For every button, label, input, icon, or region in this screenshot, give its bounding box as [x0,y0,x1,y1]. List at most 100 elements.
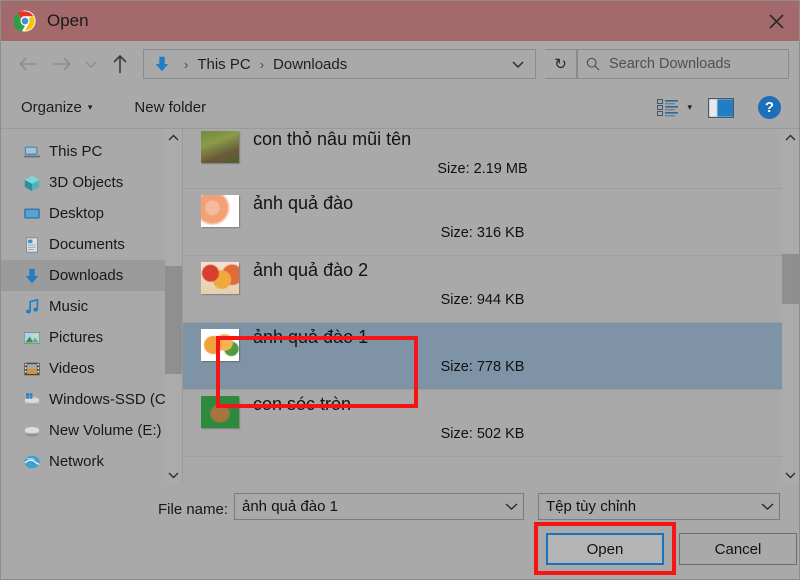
help-label: ? [765,99,774,116]
new-folder-button[interactable]: New folder [126,95,214,120]
file-row[interactable]: ảnh quả đào Size: 316 KB [183,189,782,256]
sidebar-item-videos[interactable]: Videos [1,353,182,384]
file-size-value: 502 KB [477,426,525,442]
file-list: con thỏ nâu mũi tên Size: 2.19 MB ảnh qu… [183,129,782,483]
file-size: Size: 316 KB [183,225,782,241]
network-icon [23,453,41,471]
address-dropdown-button[interactable] [505,50,531,78]
file-type-value: Tệp tùy chỉnh [546,498,755,515]
chevron-down-icon[interactable] [755,500,779,514]
new-folder-label: New folder [134,99,206,116]
open-file-dialog: Open [0,0,800,580]
file-name: con sóc tròn [253,394,351,415]
up-button[interactable] [103,49,137,79]
downloads-arrow-icon [153,55,171,73]
open-button[interactable]: Open [546,533,664,565]
sidebar-item-downloads[interactable]: Downloads [1,260,182,291]
apricots-thumbnail [201,329,239,361]
file-size-prefix: Size: [441,426,477,442]
list-view-icon[interactable] [657,99,679,117]
drive-icon [23,391,41,409]
sidebar-item-label: Downloads [49,267,123,284]
address-bar[interactable]: › This PC › Downloads [143,49,536,79]
sidebar-item-label: Windows-SSD (C [49,391,166,408]
file-name: ảnh quả đào 1 [253,327,368,348]
file-size-value: 2.19 MB [474,161,528,177]
file-size-prefix: Size: [441,225,477,241]
forward-button[interactable] [45,49,79,79]
file-size: Size: 2.19 MB [183,161,782,177]
videos-icon [23,360,41,378]
arrow-up-icon [112,54,128,74]
sidebar-item-3d-objects[interactable]: 3D Objects [1,167,182,198]
file-size: Size: 944 KB [183,292,782,308]
cancel-button-label: Cancel [715,541,762,558]
file-name-combobox[interactable] [234,493,524,520]
sidebar-item-this-pc[interactable]: This PC [1,136,182,167]
file-name: ảnh quả đào [253,193,353,214]
sidebar-item-label: Music [49,298,88,315]
peaches-thumbnail [201,195,239,227]
organize-button[interactable]: Organize ▾ [13,95,100,120]
drive-icon [23,422,41,440]
file-size-value: 316 KB [477,225,525,241]
preview-pane-icon[interactable] [708,98,734,118]
file-type-combobox[interactable]: Tệp tùy chỉnh [538,493,780,520]
chevron-down-icon[interactable] [499,500,523,514]
chevron-down-icon: ▾ [88,102,93,113]
documents-icon [23,236,41,254]
close-icon [769,14,784,29]
search-box[interactable] [577,49,789,79]
sidebar-item-windows-ssd[interactable]: Windows-SSD (C [1,384,182,415]
search-input[interactable] [609,56,769,72]
breadcrumb-this-pc[interactable]: This PC [195,56,252,73]
close-button[interactable] [753,1,799,41]
list-scroll-up-button[interactable] [782,129,799,146]
chevron-down-glyph [505,502,518,511]
sidebar-scroll-down-button[interactable] [165,466,182,483]
sidebar-item-desktop[interactable]: Desktop [1,198,182,229]
back-button[interactable] [11,49,45,79]
chevron-up-icon [785,134,796,142]
view-options-caret-icon[interactable]: ▾ [687,102,692,113]
sidebar-item-new-volume[interactable]: New Volume (E:) [1,415,182,446]
sidebar-scroll-track[interactable] [165,146,182,466]
sidebar-item-network[interactable]: Network [1,446,182,477]
file-list-scrollbar[interactable] [782,129,799,483]
file-size: Size: 502 KB [183,426,782,442]
list-scroll-down-button[interactable] [782,466,799,483]
arrow-right-icon [52,56,72,72]
chevron-down-icon [785,471,796,479]
search-icon [586,57,600,71]
downloads-icon [23,267,41,285]
title-bar: Open [1,1,799,41]
file-name: ảnh quả đào 2 [253,260,368,281]
sidebar-scrollbar[interactable] [165,129,182,483]
recent-locations-button[interactable] [79,49,103,79]
chevron-down-icon [512,60,524,69]
refresh-button[interactable]: ↻ [545,49,577,79]
sidebar-scroll-thumb[interactable] [165,266,182,374]
list-scroll-track[interactable] [782,146,799,466]
file-name-input[interactable] [242,498,499,515]
sidebar-item-pictures[interactable]: Pictures [1,322,182,353]
file-row[interactable]: con sóc tròn Size: 502 KB [183,390,782,457]
sidebar-list: This PC 3D Objects Desktop [1,129,182,477]
list-scroll-thumb[interactable] [782,254,799,304]
peachdish-thumbnail [201,262,239,294]
file-row[interactable]: con thỏ nâu mũi tên Size: 2.19 MB [183,129,782,189]
sidebar-item-music[interactable]: Music [1,291,182,322]
sidebar-item-documents[interactable]: Documents [1,229,182,260]
chevron-down-icon [168,471,179,479]
sidebar-scroll-up-button[interactable] [165,129,182,146]
breadcrumb-downloads[interactable]: Downloads [271,56,349,73]
sidebar-item-label: New Volume (E:) [49,422,162,439]
file-name: con thỏ nâu mũi tên [253,129,411,150]
file-row[interactable]: ảnh quả đào 2 Size: 944 KB [183,256,782,323]
squirrel-thumbnail [201,396,239,428]
cancel-button[interactable]: Cancel [679,533,797,565]
open-button-label: Open [587,541,624,558]
computer-icon [23,143,41,161]
file-row[interactable]: ảnh quả đào 1 Size: 778 KB [183,323,782,390]
help-button[interactable]: ? [758,96,781,119]
